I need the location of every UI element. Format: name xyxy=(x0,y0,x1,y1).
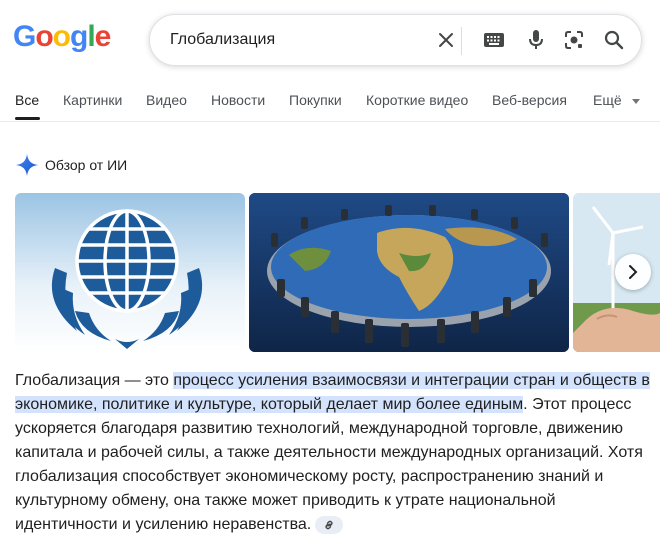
image-world-map-table[interactable] xyxy=(249,193,569,352)
ai-overview-header: Обзор от ИИ xyxy=(15,153,127,177)
lens-icon[interactable] xyxy=(562,28,586,52)
active-tab-indicator xyxy=(15,117,40,120)
tab-images[interactable]: Картинки xyxy=(63,92,122,108)
ai-overview-title: Обзор от ИИ xyxy=(45,157,128,173)
mic-icon[interactable] xyxy=(524,28,548,52)
tab-more-label: Ещё xyxy=(593,92,622,108)
tab-video[interactable]: Видео xyxy=(146,92,187,108)
ai-text-prefix: Глобализация — это xyxy=(15,372,174,389)
link-icon xyxy=(325,520,333,530)
search-tabs: Все Картинки Видео Новости Покупки Корот… xyxy=(0,88,660,120)
search-box[interactable]: Глобализация xyxy=(149,14,642,66)
google-logo[interactable]: Google xyxy=(13,20,112,54)
close-icon[interactable] xyxy=(434,28,458,52)
image-un-globe-logo[interactable] xyxy=(15,193,245,352)
carousel-next-button[interactable] xyxy=(615,254,651,290)
tab-shopping[interactable]: Покупки xyxy=(289,92,342,108)
header-divider xyxy=(0,121,660,122)
keyboard-icon[interactable] xyxy=(482,28,506,52)
tab-short-videos[interactable]: Короткие видео xyxy=(366,92,468,108)
source-link-button[interactable] xyxy=(315,515,344,534)
chevron-right-icon xyxy=(629,265,638,279)
ai-text-rest: . Этот процесс ускоряется благодаря разв… xyxy=(15,396,643,533)
logo-letter: g xyxy=(70,20,88,53)
tab-web[interactable]: Веб-версия xyxy=(492,92,567,108)
tab-more[interactable]: Ещё xyxy=(593,92,640,108)
logo-letter: l xyxy=(87,20,95,53)
search-input[interactable]: Глобализация xyxy=(170,31,275,49)
gemini-sparkle-icon xyxy=(16,154,38,176)
logo-letter: o xyxy=(35,20,53,53)
tab-news[interactable]: Новости xyxy=(211,92,265,108)
caret-down-icon xyxy=(631,98,640,104)
search-icon[interactable] xyxy=(602,28,626,52)
tab-all[interactable]: Все xyxy=(15,92,39,108)
search-divider xyxy=(461,27,462,55)
logo-letter: G xyxy=(13,20,36,53)
ai-overview-text: Глобализация — это процесс усиления взаи… xyxy=(15,369,653,537)
logo-letter: o xyxy=(52,20,71,53)
logo-letter: e xyxy=(94,20,112,53)
